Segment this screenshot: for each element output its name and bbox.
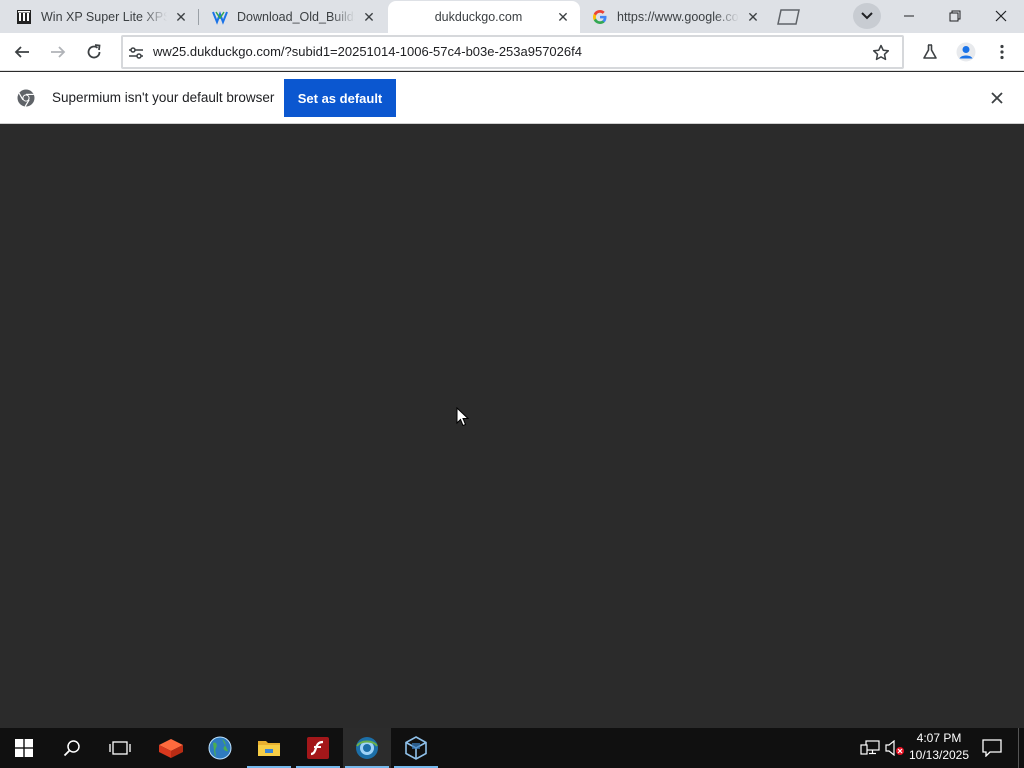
kebab-menu-icon bbox=[1000, 44, 1004, 60]
minimize-button[interactable] bbox=[886, 0, 932, 32]
clock[interactable]: 4:07 PM 10/13/2025 bbox=[904, 730, 974, 766]
set-as-default-button[interactable]: Set as default bbox=[284, 79, 396, 117]
taskbar-virtualbox[interactable] bbox=[392, 728, 440, 768]
tab-title: Download_Old_Builds_2 bbox=[237, 10, 355, 24]
taskbar-app-globe[interactable] bbox=[196, 728, 244, 768]
toolbar: ww25.dukduckgo.com/?subid1=20251014-1006… bbox=[0, 33, 1024, 71]
back-button[interactable] bbox=[7, 37, 37, 67]
clock-date: 10/13/2025 bbox=[908, 748, 970, 762]
virtualbox-icon bbox=[405, 736, 427, 760]
clock-time: 4:07 PM bbox=[916, 731, 962, 745]
notification-icon bbox=[982, 739, 1002, 757]
search-icon bbox=[63, 740, 80, 757]
close-icon[interactable]: ✕ bbox=[745, 9, 761, 25]
taskbar: 4:07 PM 10/13/2025 bbox=[0, 728, 1024, 768]
windows-logo-icon bbox=[15, 739, 33, 757]
profile-button[interactable] bbox=[951, 37, 981, 67]
reload-button[interactable] bbox=[79, 37, 109, 67]
restore-button[interactable] bbox=[932, 0, 978, 32]
labs-button[interactable] bbox=[915, 37, 945, 67]
site-info-icon[interactable] bbox=[127, 44, 145, 62]
chevron-down-icon bbox=[861, 12, 873, 20]
close-icon[interactable]: ✕ bbox=[173, 9, 189, 25]
start-button[interactable] bbox=[0, 728, 48, 768]
close-icon bbox=[995, 10, 1007, 22]
flask-icon bbox=[923, 44, 937, 59]
globe-icon bbox=[208, 736, 232, 760]
task-view-icon bbox=[109, 741, 131, 755]
arrow-left-icon bbox=[14, 46, 29, 58]
supermium-icon bbox=[356, 737, 378, 759]
taskbar-supermium[interactable] bbox=[343, 728, 391, 768]
minimize-icon bbox=[904, 15, 914, 17]
taskbar-app-orange[interactable] bbox=[147, 728, 195, 768]
folder-icon bbox=[258, 741, 280, 756]
mouse-cursor-icon bbox=[456, 407, 469, 427]
arrow-right-icon bbox=[51, 46, 66, 58]
menu-button[interactable] bbox=[987, 37, 1017, 67]
tab-dukduckgo[interactable]: dukduckgo.com ✕ bbox=[388, 1, 580, 33]
tab-title: dukduckgo.com bbox=[434, 10, 523, 24]
tab-strip: Win XP Super Lite XPSuper ✕ Download_Old… bbox=[0, 0, 1024, 33]
restore-icon bbox=[949, 10, 961, 22]
app-box-icon bbox=[159, 739, 183, 758]
flash-icon bbox=[307, 737, 329, 759]
action-center-button[interactable] bbox=[979, 736, 1005, 760]
task-view-button[interactable] bbox=[96, 728, 144, 768]
taskbar-flash-player[interactable] bbox=[294, 728, 342, 768]
google-icon bbox=[592, 9, 608, 25]
network-icon[interactable] bbox=[860, 738, 880, 758]
url-text[interactable]: ww25.dukduckgo.com/?subid1=20251014-1006… bbox=[153, 37, 582, 67]
browser-logo-icon bbox=[17, 89, 35, 107]
vk-icon bbox=[212, 9, 228, 25]
tab-win-xp[interactable]: Win XP Super Lite XPSuper ✕ bbox=[2, 1, 198, 33]
page-content[interactable] bbox=[0, 125, 1024, 728]
reload-icon bbox=[87, 44, 101, 59]
address-bar[interactable]: ww25.dukduckgo.com/?subid1=20251014-1006… bbox=[121, 35, 904, 69]
new-tab-button[interactable] bbox=[774, 7, 802, 27]
tab-title: https://www.google.com bbox=[617, 10, 739, 24]
archive-icon bbox=[16, 9, 32, 25]
search-button[interactable] bbox=[48, 728, 96, 768]
taskbar-file-explorer[interactable] bbox=[245, 728, 293, 768]
bookmark-star-icon[interactable] bbox=[872, 44, 890, 62]
tab-title: Win XP Super Lite XPSuper bbox=[41, 10, 167, 24]
close-icon[interactable]: ✕ bbox=[555, 9, 571, 25]
tab-search-button[interactable] bbox=[853, 3, 881, 29]
avatar-icon bbox=[956, 42, 976, 62]
close-icon[interactable]: ✕ bbox=[361, 9, 377, 25]
tab-download-old-builds[interactable]: Download_Old_Builds_2 ✕ bbox=[198, 1, 386, 33]
close-window-button[interactable] bbox=[978, 0, 1024, 32]
default-browser-infobar: Supermium isn't your default browser Set… bbox=[0, 72, 1024, 124]
volume-muted-icon[interactable] bbox=[885, 738, 905, 758]
tab-google[interactable]: https://www.google.com ✕ bbox=[578, 1, 770, 33]
close-icon[interactable] bbox=[988, 89, 1006, 107]
forward-button[interactable] bbox=[43, 37, 73, 67]
show-desktop-button[interactable] bbox=[1018, 728, 1019, 768]
infobar-message: Supermium isn't your default browser bbox=[52, 90, 275, 105]
